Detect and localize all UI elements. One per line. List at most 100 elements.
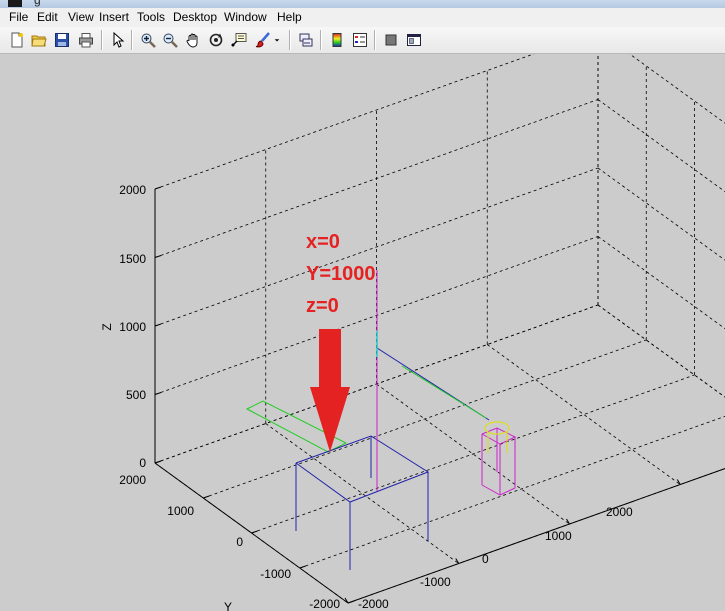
y-tick-label: 0 bbox=[236, 535, 243, 549]
z-tick-label: 1000 bbox=[119, 320, 146, 334]
y-tick-label: 1000 bbox=[167, 504, 194, 518]
toolbar-separator bbox=[320, 30, 322, 50]
grid-line bbox=[597, 304, 725, 398]
axes-grid bbox=[154, 54, 725, 604]
y-axis-label: Y bbox=[224, 600, 232, 611]
y-tick-mark bbox=[154, 460, 162, 464]
floppy-disk-icon bbox=[55, 33, 69, 47]
brush-icon bbox=[255, 32, 270, 48]
menu-window[interactable]: Window bbox=[224, 10, 267, 24]
3d-axes[interactable]: 2000 1500 1000 500 0 Z 2000 1000 0 -1000… bbox=[0, 54, 725, 611]
zoom-in-icon bbox=[141, 33, 156, 48]
colorbar-icon bbox=[332, 33, 342, 47]
red-arrow-icon bbox=[310, 329, 350, 452]
y-tick-mark bbox=[347, 600, 355, 604]
y-tick-label: 2000 bbox=[119, 473, 146, 487]
grid-line bbox=[154, 54, 535, 190]
toolbar-separator bbox=[289, 30, 291, 50]
arrow-cursor-icon bbox=[113, 32, 125, 48]
hide-tools-icon bbox=[385, 34, 397, 46]
series-magenta bbox=[376, 270, 517, 496]
toolbar-separator bbox=[374, 30, 376, 50]
data-cursor-button[interactable] bbox=[229, 30, 249, 50]
toolbar-separator bbox=[101, 30, 103, 50]
open-file-button[interactable] bbox=[29, 30, 49, 50]
matlab-figure-icon bbox=[8, 0, 22, 7]
brush-dropdown-button[interactable] bbox=[271, 30, 283, 50]
figure-canvas[interactable]: 2000 1500 1000 500 0 Z 2000 1000 0 -1000… bbox=[0, 54, 725, 611]
title-bar: g bbox=[0, 0, 725, 8]
legend-icon bbox=[353, 33, 367, 47]
z-tick-mark bbox=[154, 323, 162, 327]
save-button[interactable] bbox=[52, 30, 72, 50]
edit-plot-button[interactable] bbox=[108, 30, 128, 50]
hand-icon bbox=[186, 33, 198, 48]
pan-button[interactable] bbox=[183, 30, 203, 50]
figure-toolbar bbox=[0, 27, 725, 54]
z-tick-mark bbox=[154, 255, 162, 258]
annotation-line: z=0 bbox=[306, 295, 339, 317]
axes-ticks: 2000 1500 1000 500 0 Z 2000 1000 0 -1000… bbox=[100, 183, 633, 611]
annotation: x=0 Y=1000 z=0 bbox=[306, 231, 376, 452]
rotate-3d-button[interactable] bbox=[206, 30, 226, 50]
grid-line bbox=[597, 99, 725, 193]
new-document-icon bbox=[11, 32, 23, 48]
menu-help[interactable]: Help bbox=[277, 10, 302, 24]
grid-line bbox=[347, 468, 725, 604]
x-axis-line bbox=[347, 468, 725, 604]
link-plot-button[interactable] bbox=[296, 30, 316, 50]
printer-icon bbox=[79, 33, 93, 48]
menu-view[interactable]: View bbox=[68, 10, 94, 24]
z-tick-mark bbox=[154, 186, 162, 190]
z-tick-label: 0 bbox=[139, 456, 146, 470]
z-axis-label: Z bbox=[100, 323, 114, 330]
data-cursor-icon bbox=[231, 33, 247, 47]
x-tick-label: 0 bbox=[482, 552, 489, 566]
show-plot-tools-button[interactable] bbox=[404, 30, 424, 50]
grid-line bbox=[487, 344, 681, 485]
show-tools-icon bbox=[407, 34, 421, 46]
grid-line bbox=[265, 423, 459, 564]
grid-line bbox=[203, 339, 647, 499]
menu-edit[interactable]: Edit bbox=[37, 10, 58, 24]
insert-colorbar-button[interactable] bbox=[327, 30, 347, 50]
y-tick-label: -2000 bbox=[309, 597, 340, 611]
y-tick-mark bbox=[251, 530, 258, 534]
hide-plot-tools-button[interactable] bbox=[381, 30, 401, 50]
brush-button[interactable] bbox=[253, 30, 273, 50]
z-tick-label: 1500 bbox=[119, 252, 146, 266]
window-title: g bbox=[34, 0, 41, 7]
grid-line bbox=[597, 236, 725, 330]
z-tick-mark bbox=[154, 392, 162, 395]
x-tick-label: 1000 bbox=[545, 529, 572, 543]
rotate-3d-icon bbox=[209, 33, 223, 47]
menu-file[interactable]: File bbox=[9, 10, 28, 24]
annotation-line: Y=1000 bbox=[306, 263, 376, 285]
grid-line bbox=[597, 167, 725, 261]
y-tick-mark bbox=[203, 495, 210, 499]
x-tick-label: 2000 bbox=[606, 505, 633, 519]
zoom-out-icon bbox=[163, 33, 178, 48]
print-button[interactable] bbox=[76, 30, 96, 50]
grid-line bbox=[629, 54, 725, 124]
zoom-in-button[interactable] bbox=[138, 30, 158, 50]
plotted-objects bbox=[245, 270, 517, 570]
grid-line bbox=[597, 304, 725, 398]
chevron-down-icon bbox=[274, 39, 280, 42]
zoom-out-button[interactable] bbox=[160, 30, 180, 50]
y-tick-label: -1000 bbox=[260, 567, 291, 581]
x-tick-label: -2000 bbox=[358, 597, 389, 611]
folder-open-icon bbox=[31, 35, 47, 47]
annotation-line: x=0 bbox=[306, 231, 340, 253]
toolbar-separator bbox=[131, 30, 133, 50]
menu-desktop[interactable]: Desktop bbox=[173, 10, 217, 24]
link-plot-icon bbox=[299, 33, 313, 47]
menu-bar: File Edit View Insert Tools Desktop Wind… bbox=[0, 8, 725, 27]
x-tick-label: -1000 bbox=[420, 575, 451, 589]
z-tick-label: 500 bbox=[126, 388, 146, 402]
menu-insert[interactable]: Insert bbox=[99, 10, 129, 24]
insert-legend-button[interactable] bbox=[350, 30, 370, 50]
z-tick-label: 2000 bbox=[119, 183, 146, 197]
new-figure-button[interactable] bbox=[7, 30, 27, 50]
menu-tools[interactable]: Tools bbox=[137, 10, 165, 24]
